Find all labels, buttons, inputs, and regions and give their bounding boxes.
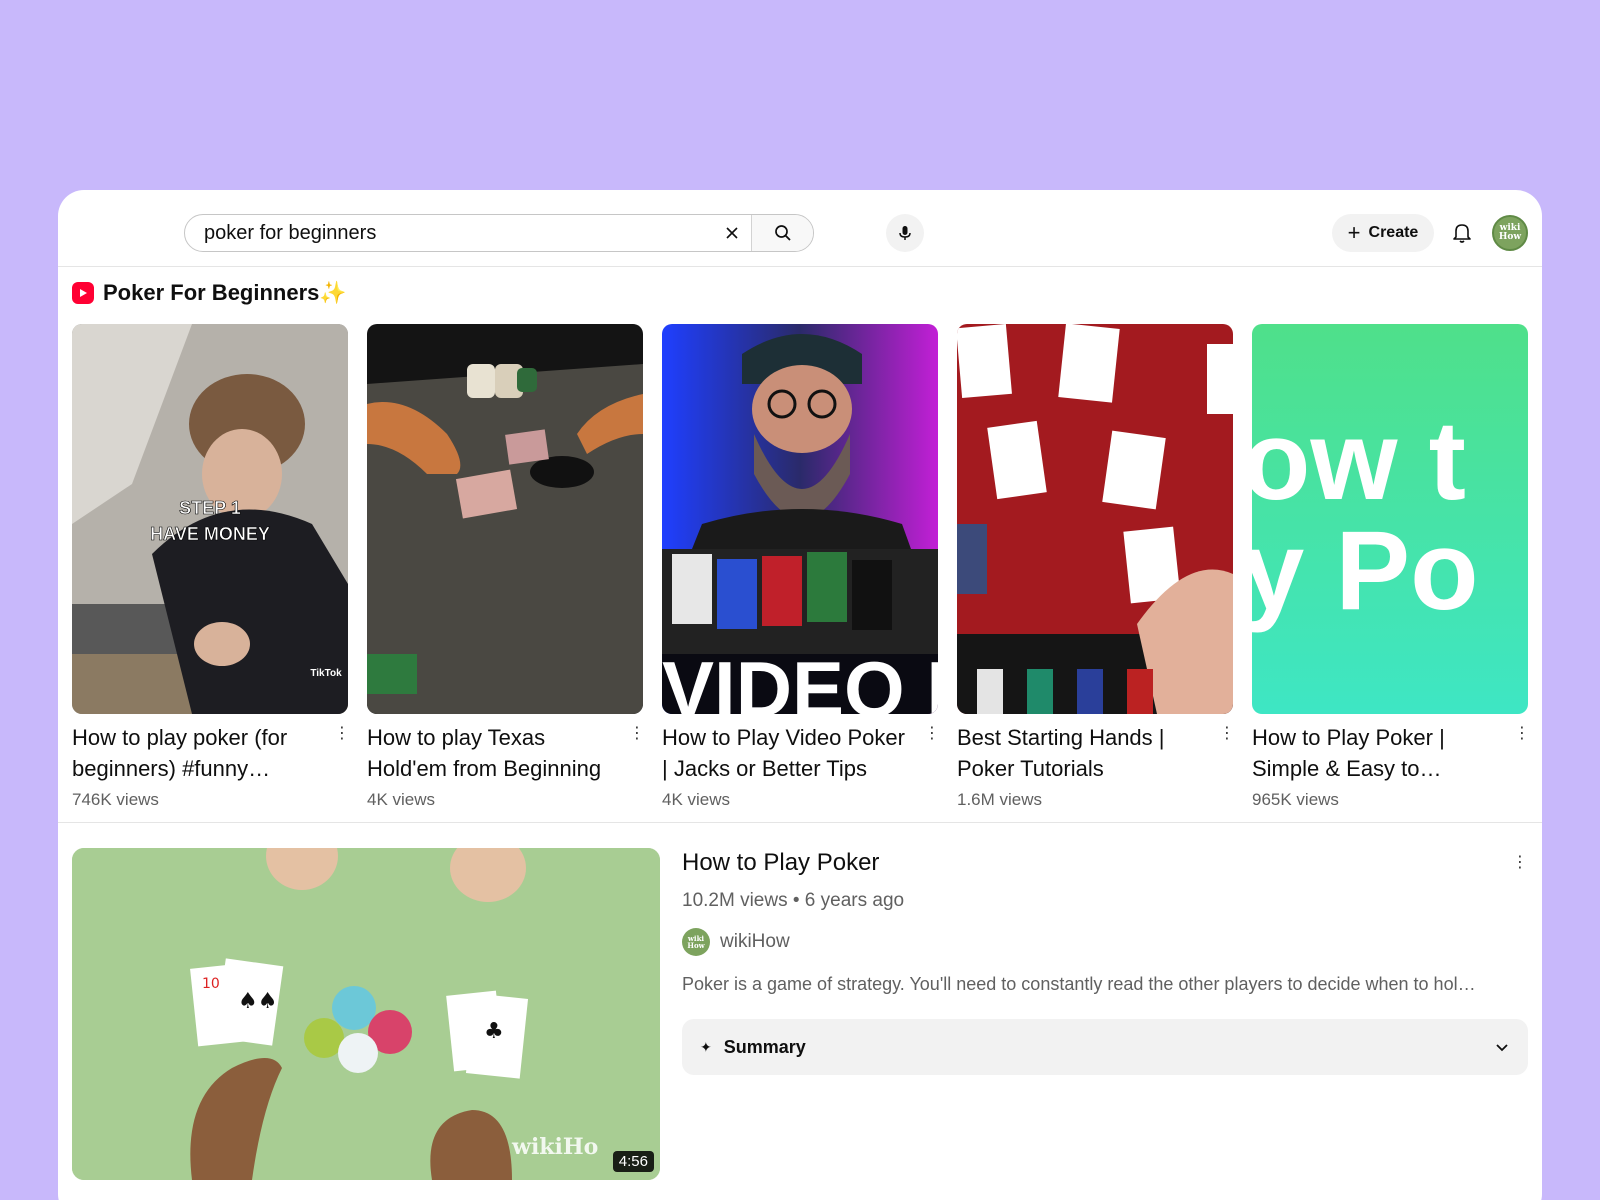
featured-description: Poker is a game of strategy. You'll need… <box>682 974 1476 994</box>
summary-button[interactable]: ✦ Summary <box>682 1019 1528 1075</box>
short-card[interactable]: How to play Texas Hold'em from Beginning… <box>367 324 645 810</box>
search-button[interactable] <box>751 215 813 251</box>
search-box: poker for beginners <box>184 214 814 252</box>
featured-meta: 10.2M views • 6 years ago <box>682 890 905 911</box>
card-title[interactable]: Best Starting Hands | Poker Tutorials <box>957 722 1219 784</box>
short-thumbnail[interactable]: VIDEO P <box>662 324 938 714</box>
app-window: poker for beginners + Create wiki How Po… <box>58 190 1542 1200</box>
shelf-title-text: Poker For Beginners <box>103 280 320 305</box>
avatar[interactable]: wiki How <box>1492 215 1528 251</box>
card-views: 965K views <box>1252 790 1339 809</box>
avatar-text: wiki How <box>1498 223 1522 242</box>
thumbnail-image: 10 ♠♠ ♣ wikiHo <box>72 848 660 1180</box>
top-bar: poker for beginners + Create wiki How <box>58 190 1542 267</box>
featured-info: How to Play Poker ⋮ 10.2M views • 6 year… <box>682 848 1528 1075</box>
svg-text:♣: ♣ <box>484 1019 504 1044</box>
overlay-text-2: HAVE MONEY <box>150 524 270 544</box>
short-card[interactable]: VIDEO P How to Play Video Poker | Jacks … <box>662 324 940 810</box>
featured-thumbnail[interactable]: 10 ♠♠ ♣ wikiHo 4:56 <box>72 848 660 1180</box>
card-title[interactable]: How to Play Video Poker | Jacks or Bette… <box>662 722 924 784</box>
voice-search-button[interactable] <box>886 214 924 252</box>
more-vert-icon[interactable]: ⋮ <box>924 722 940 784</box>
tiktok-badge: TikTok <box>310 668 342 679</box>
featured-title[interactable]: How to Play Poker <box>682 848 1528 878</box>
overlay-text-1: ow t <box>1252 398 1466 523</box>
mic-icon <box>899 226 911 240</box>
more-vert-icon[interactable]: ⋮ <box>1219 722 1235 784</box>
thumbnail-image: VIDEO P <box>662 324 938 714</box>
plus-icon: + <box>1347 220 1361 245</box>
chevron-down-icon <box>1496 1044 1508 1052</box>
watermark: wikiHo <box>511 1134 598 1160</box>
short-card[interactable]: Best Starting Hands | Poker Tutorials ⋮ … <box>957 324 1235 810</box>
more-vert-icon[interactable]: ⋮ <box>629 722 645 784</box>
short-thumbnail[interactable]: ow t y Po <box>1252 324 1528 714</box>
thumbnail-image <box>367 324 643 714</box>
card-title[interactable]: How to play Texas Hold'em from Beginning <box>367 722 629 784</box>
close-icon <box>726 227 738 239</box>
thumbnail-image: STEP 1 HAVE MONEY TikTok <box>72 324 348 714</box>
more-vert-icon[interactable]: ⋮ <box>1514 722 1530 784</box>
more-vert-icon[interactable]: ⋮ <box>334 722 350 784</box>
sparkle-icon: ✨ <box>319 280 347 305</box>
youtube-shorts-icon <box>72 282 94 304</box>
bell-icon[interactable] <box>1450 220 1474 244</box>
duration-badge: 4:56 <box>612 1151 654 1172</box>
shelf-header: Poker For Beginners✨ <box>72 280 347 306</box>
card-views: 4K views <box>662 790 731 809</box>
sparkle-icon: ✦ <box>700 1038 712 1055</box>
overlay-text-2: y Po <box>1252 508 1479 633</box>
card-title[interactable]: How to play poker (for beginners) #funny… <box>72 722 334 784</box>
channel-avatar-text: wiki How <box>687 934 705 950</box>
short-thumbnail[interactable]: STEP 1 HAVE MONEY TikTok <box>72 324 348 714</box>
search-icon <box>774 225 791 241</box>
thumbnail-image <box>957 324 1233 714</box>
svg-text:10: 10 <box>202 976 220 992</box>
summary-label: Summary <box>723 1036 806 1057</box>
channel-row[interactable]: wiki How wikiHow <box>682 928 1528 956</box>
search-query[interactable]: poker for beginners <box>204 222 713 245</box>
thumbnail-image: ow t y Po <box>1252 324 1528 714</box>
overlay-text: VIDEO P <box>662 645 938 714</box>
channel-name[interactable]: wikiHow <box>720 931 790 953</box>
search-input[interactable]: poker for beginners <box>185 215 751 251</box>
short-thumbnail[interactable] <box>367 324 643 714</box>
card-views: 746K views <box>72 790 159 809</box>
create-button[interactable]: + Create <box>1332 214 1434 252</box>
short-thumbnail[interactable] <box>957 324 1233 714</box>
section-divider <box>58 822 1542 823</box>
clear-search-button[interactable] <box>713 215 751 251</box>
channel-avatar[interactable]: wiki How <box>682 928 710 956</box>
shorts-shelf: STEP 1 HAVE MONEY TikTok How to play pok… <box>72 324 1530 810</box>
create-label: Create <box>1368 224 1419 241</box>
short-card[interactable]: STEP 1 HAVE MONEY TikTok How to play pok… <box>72 324 350 810</box>
more-vert-icon[interactable]: ⋮ <box>1512 852 1528 872</box>
shelf-title: Poker For Beginners✨ <box>103 280 347 306</box>
overlay-text-1: STEP 1 <box>179 498 241 518</box>
card-views: 4K views <box>367 790 436 809</box>
card-title[interactable]: How to Play Poker | Simple & Easy to… <box>1252 722 1514 784</box>
short-card[interactable]: ow t y Po How to Play Poker | Simple & E… <box>1252 324 1530 810</box>
svg-text:♠♠: ♠♠ <box>238 989 277 1014</box>
card-views: 1.6M views <box>957 790 1043 809</box>
